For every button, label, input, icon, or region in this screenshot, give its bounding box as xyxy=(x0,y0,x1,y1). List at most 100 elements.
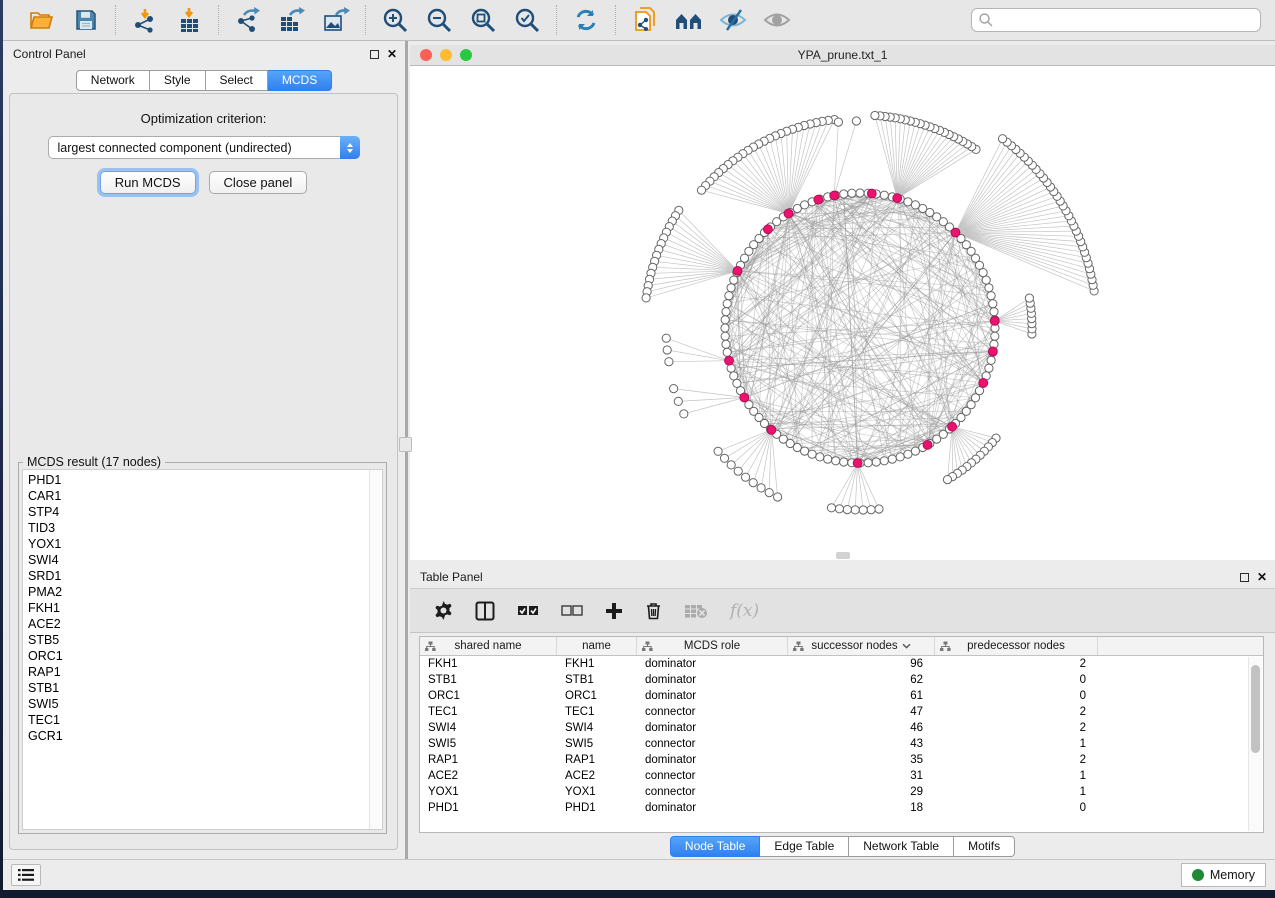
table-cell[interactable]: connector xyxy=(637,784,788,800)
mcds-result-item[interactable]: TEC1 xyxy=(28,712,382,728)
table-cell[interactable]: 0 xyxy=(935,800,1098,816)
table-cell[interactable]: TEC1 xyxy=(420,704,557,720)
zoom-selected-icon[interactable] xyxy=(512,6,542,34)
open-file-icon[interactable] xyxy=(27,6,57,34)
table-cell[interactable]: STB1 xyxy=(420,672,557,688)
table-cell[interactable]: FKH1 xyxy=(420,656,557,672)
close-table-panel-icon[interactable]: ✕ xyxy=(1257,571,1267,583)
table-row[interactable]: ORC1ORC1dominator610 xyxy=(420,688,1263,704)
export-image-icon[interactable] xyxy=(321,6,351,34)
tab-style[interactable]: Style xyxy=(150,70,206,91)
column-header-successor-nodes[interactable]: successor nodes xyxy=(788,637,935,655)
memory-button[interactable]: Memory xyxy=(1181,863,1266,887)
table-cell[interactable]: 96 xyxy=(788,656,935,672)
table-cell[interactable]: connector xyxy=(637,704,788,720)
table-row[interactable]: PHD1PHD1dominator180 xyxy=(420,800,1263,816)
network-window-titlebar[interactable]: YPA_prune.txt_1 xyxy=(410,45,1275,66)
table-cell[interactable]: 1 xyxy=(935,768,1098,784)
import-table-icon[interactable] xyxy=(174,6,204,34)
result-list-scrollbar[interactable] xyxy=(369,470,380,829)
clone-network-icon[interactable] xyxy=(630,6,660,34)
search-field[interactable] xyxy=(971,8,1261,32)
tab-mcds[interactable]: MCDS xyxy=(268,70,332,91)
table-tab-edge-table[interactable]: Edge Table xyxy=(760,836,849,857)
close-panel-button[interactable]: Close panel xyxy=(209,171,308,194)
export-table-icon[interactable] xyxy=(277,6,307,34)
table-row[interactable]: STB1STB1dominator620 xyxy=(420,672,1263,688)
mcds-result-item[interactable]: YOX1 xyxy=(28,536,382,552)
table-cell[interactable]: 31 xyxy=(788,768,935,784)
table-cell[interactable]: connector xyxy=(637,736,788,752)
mcds-result-item[interactable]: PMA2 xyxy=(28,584,382,600)
mcds-result-item[interactable]: GCR1 xyxy=(28,728,382,744)
table-cell[interactable]: 2 xyxy=(935,752,1098,768)
table-cell[interactable]: 0 xyxy=(935,688,1098,704)
table-cell[interactable]: YOX1 xyxy=(557,784,637,800)
mcds-result-item[interactable]: SRD1 xyxy=(28,568,382,584)
table-cell[interactable]: SWI5 xyxy=(420,736,557,752)
table-cell[interactable]: 1 xyxy=(935,736,1098,752)
mcds-result-item[interactable]: STB1 xyxy=(28,680,382,696)
table-cell[interactable]: RAP1 xyxy=(420,752,557,768)
run-mcds-button[interactable]: Run MCDS xyxy=(100,171,196,194)
table-scrollbar-thumb[interactable] xyxy=(1251,665,1260,753)
mcds-result-item[interactable]: STP4 xyxy=(28,504,382,520)
table-row[interactable]: FKH1FKH1dominator962 xyxy=(420,656,1263,672)
table-cell[interactable]: SWI4 xyxy=(557,720,637,736)
table-cell[interactable]: dominator xyxy=(637,672,788,688)
table-cell[interactable]: ORC1 xyxy=(420,688,557,704)
table-cell[interactable]: 61 xyxy=(788,688,935,704)
table-cell[interactable]: RAP1 xyxy=(557,752,637,768)
mcds-result-item[interactable]: TID3 xyxy=(28,520,382,536)
table-cell[interactable]: PHD1 xyxy=(420,800,557,816)
table-cell[interactable]: SWI5 xyxy=(557,736,637,752)
table-cell[interactable]: STB1 xyxy=(557,672,637,688)
mcds-result-item[interactable]: SWI4 xyxy=(28,552,382,568)
export-network-icon[interactable] xyxy=(233,6,263,34)
mcds-result-item[interactable]: FKH1 xyxy=(28,600,382,616)
table-cell[interactable]: 62 xyxy=(788,672,935,688)
mcds-result-item[interactable]: CAR1 xyxy=(28,488,382,504)
close-panel-icon[interactable]: ✕ xyxy=(387,48,397,60)
horizontal-splitter-grip[interactable] xyxy=(836,552,850,559)
table-cell[interactable]: ACE2 xyxy=(557,768,637,784)
mcds-result-item[interactable]: RAP1 xyxy=(28,664,382,680)
table-row[interactable]: RAP1RAP1dominator352 xyxy=(420,752,1263,768)
table-cell[interactable]: 0 xyxy=(935,672,1098,688)
table-cell[interactable]: connector xyxy=(637,768,788,784)
table-cell[interactable]: 35 xyxy=(788,752,935,768)
mcds-result-list[interactable]: PHD1CAR1STP4TID3YOX1SWI4SRD1PMA2FKH1ACE2… xyxy=(22,469,383,830)
table-cell[interactable]: 2 xyxy=(935,656,1098,672)
table-cell[interactable]: dominator xyxy=(637,752,788,768)
table-cell[interactable]: 29 xyxy=(788,784,935,800)
column-settings-gear-icon[interactable] xyxy=(434,601,453,620)
table-cell[interactable]: dominator xyxy=(637,800,788,816)
table-tab-network-table[interactable]: Network Table xyxy=(849,836,954,857)
table-scrollbar[interactable] xyxy=(1248,657,1262,831)
table-cell[interactable]: dominator xyxy=(637,720,788,736)
mcds-result-item[interactable]: SWI5 xyxy=(28,696,382,712)
table-cell[interactable]: PHD1 xyxy=(557,800,637,816)
mcds-result-item[interactable]: ORC1 xyxy=(28,648,382,664)
mcds-result-item[interactable]: STB5 xyxy=(28,632,382,648)
hide-selected-icon[interactable] xyxy=(718,6,748,34)
tab-select[interactable]: Select xyxy=(206,70,268,91)
table-row[interactable]: SWI5SWI5connector431 xyxy=(420,736,1263,752)
table-tab-motifs[interactable]: Motifs xyxy=(954,836,1015,857)
search-input[interactable] xyxy=(994,10,1260,30)
column-header-predecessor-nodes[interactable]: predecessor nodes xyxy=(935,637,1098,655)
toggle-column-pane-icon[interactable] xyxy=(475,601,495,621)
first-neighbors-icon[interactable] xyxy=(674,6,704,34)
table-cell[interactable]: 43 xyxy=(788,736,935,752)
import-network-icon[interactable] xyxy=(130,6,160,34)
tab-network[interactable]: Network xyxy=(76,70,150,91)
table-cell[interactable]: 2 xyxy=(935,720,1098,736)
apply-layout-icon[interactable] xyxy=(571,6,601,34)
table-row[interactable]: TEC1TEC1connector472 xyxy=(420,704,1263,720)
float-table-panel-icon[interactable] xyxy=(1240,573,1249,582)
mcds-result-item[interactable]: PHD1 xyxy=(28,472,382,488)
zoom-out-icon[interactable] xyxy=(424,6,454,34)
table-cell[interactable]: TEC1 xyxy=(557,704,637,720)
float-panel-icon[interactable] xyxy=(370,50,379,59)
ui-components-list-icon[interactable] xyxy=(11,864,41,886)
